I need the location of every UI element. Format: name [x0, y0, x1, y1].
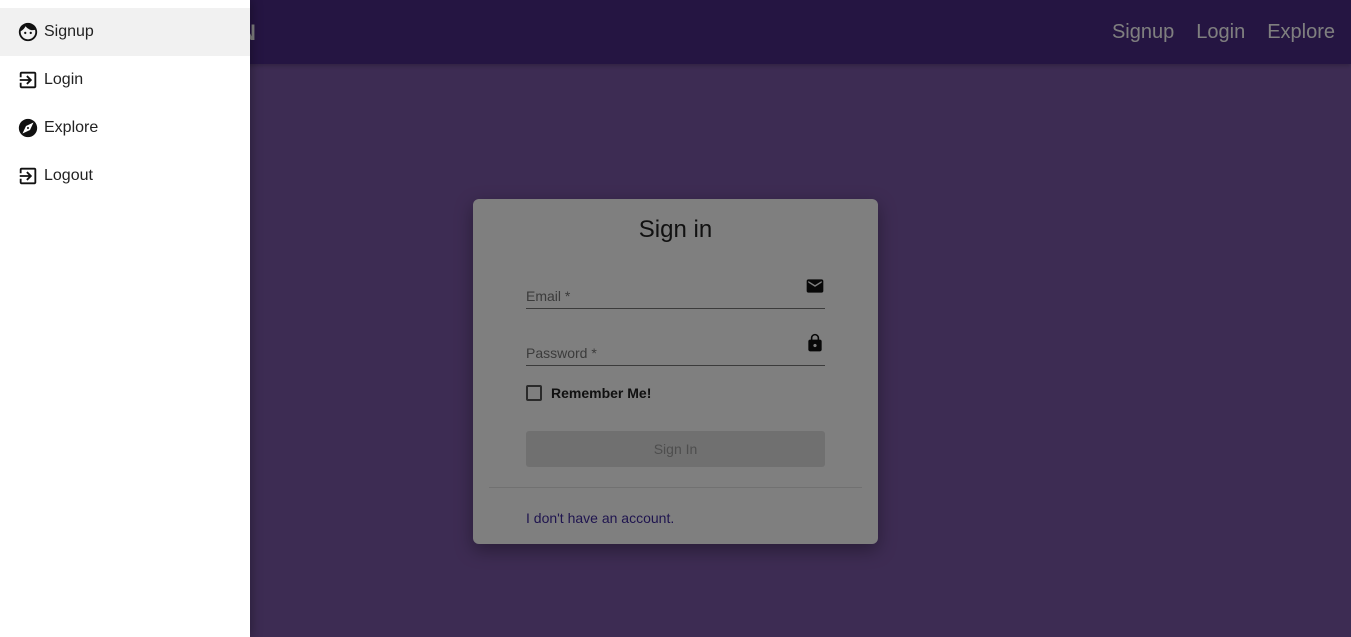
drawer-item-signup[interactable]: Signup: [0, 8, 250, 56]
drawer-label: Logout: [44, 167, 93, 184]
drawer-item-logout[interactable]: Logout: [0, 152, 250, 200]
explore-icon: [17, 117, 39, 139]
login-icon: [17, 69, 39, 91]
drawer-label: Login: [44, 71, 84, 88]
drawer-item-login[interactable]: Login: [0, 56, 250, 104]
drawer-item-explore[interactable]: Explore: [0, 104, 250, 152]
drawer-label: Explore: [44, 119, 99, 136]
logout-icon: [17, 165, 39, 187]
drawer-label: Signup: [44, 23, 94, 40]
face-icon: [17, 21, 39, 43]
nav-drawer: Signup Login Explore Logout: [0, 0, 250, 637]
